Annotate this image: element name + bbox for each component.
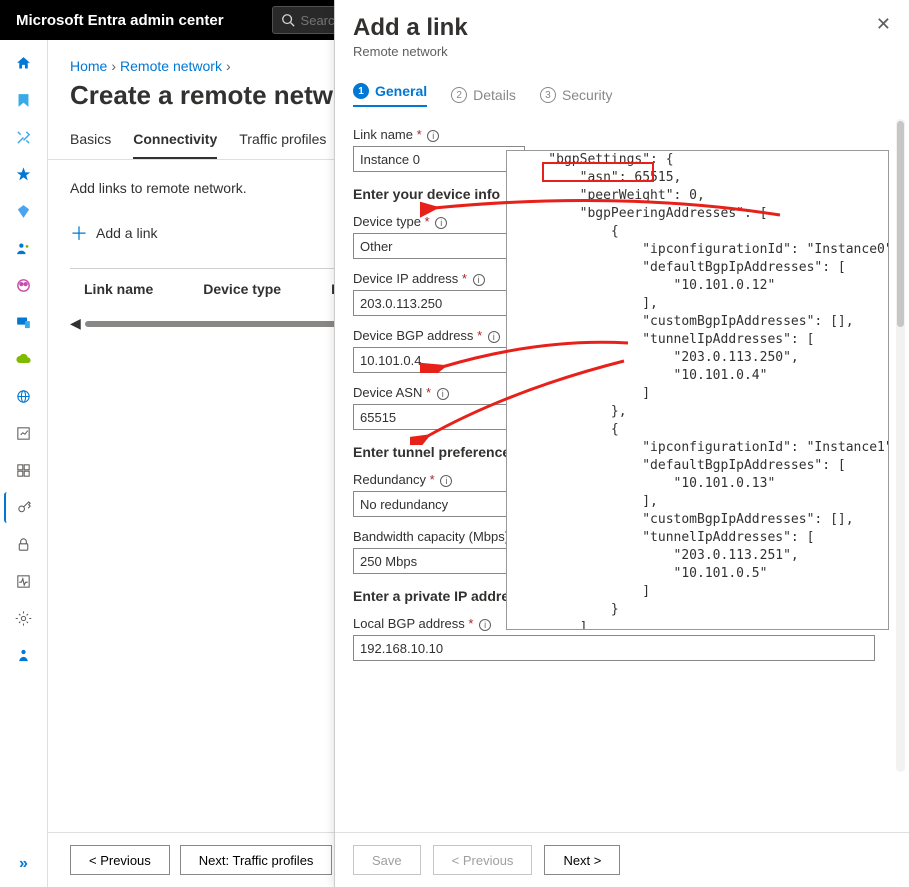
grid-icon bbox=[15, 462, 32, 479]
nav-groups[interactable] bbox=[4, 270, 44, 301]
key-icon bbox=[16, 499, 33, 516]
tab-basics[interactable]: Basics bbox=[70, 131, 111, 159]
json-content: "bgpSettings": { "asn": 65515, "peerWeig… bbox=[517, 151, 878, 630]
nav-devices[interactable] bbox=[4, 307, 44, 338]
add-link-button[interactable]: ＋ Add a link bbox=[70, 220, 157, 246]
panel-subtitle: Remote network bbox=[353, 44, 876, 59]
json-overlay: "bgpSettings": { "asn": 65515, "peerWeig… bbox=[506, 150, 889, 630]
nav-grid[interactable] bbox=[4, 455, 44, 486]
info-icon[interactable]: i bbox=[435, 217, 447, 229]
group-icon bbox=[15, 277, 32, 294]
star-icon bbox=[15, 166, 32, 183]
pulse-icon bbox=[15, 573, 32, 590]
col-link-name: Link name bbox=[84, 281, 153, 297]
info-icon[interactable]: i bbox=[440, 475, 452, 487]
panel-tab-details[interactable]: 2Details bbox=[451, 83, 516, 107]
panel-tabs: 1General 2Details 3Security bbox=[335, 63, 909, 115]
link-name-input[interactable]: Instance 0 bbox=[353, 146, 525, 172]
globe-icon bbox=[15, 388, 32, 405]
local-bgp-input[interactable]: 192.168.10.10 bbox=[353, 635, 875, 661]
nav-star[interactable] bbox=[4, 159, 44, 190]
info-icon[interactable]: i bbox=[479, 619, 491, 631]
nav-cloud[interactable] bbox=[4, 344, 44, 375]
panel-scrollbar[interactable] bbox=[896, 119, 905, 772]
nav-home[interactable] bbox=[4, 48, 44, 79]
gear-icon bbox=[15, 610, 32, 627]
tab-traffic[interactable]: Traffic profiles bbox=[239, 131, 326, 159]
panel-title: Add a link bbox=[353, 14, 876, 42]
cloud-icon bbox=[15, 351, 32, 368]
breadcrumb-home[interactable]: Home bbox=[70, 58, 107, 74]
device-asn-label: Device ASN bbox=[353, 385, 422, 400]
nav-globe[interactable] bbox=[4, 381, 44, 412]
info-icon[interactable]: i bbox=[488, 331, 500, 343]
info-icon[interactable]: i bbox=[437, 388, 449, 400]
users-icon bbox=[15, 240, 32, 257]
breadcrumb-remote[interactable]: Remote network bbox=[120, 58, 222, 74]
home-icon bbox=[15, 55, 32, 72]
redundancy-label: Redundancy bbox=[353, 472, 426, 487]
bandwidth-label: Bandwidth capacity (Mbps) bbox=[353, 529, 509, 544]
chevron-right-icon: » bbox=[19, 855, 28, 873]
nav-tools[interactable] bbox=[4, 122, 44, 153]
diamond-icon bbox=[15, 203, 32, 220]
person-learn-icon bbox=[15, 647, 32, 664]
chevron-icon: › bbox=[226, 58, 231, 74]
device-type-label: Device type bbox=[353, 214, 421, 229]
redundancy-select[interactable]: No redundancy bbox=[353, 491, 525, 517]
tab-connectivity[interactable]: Connectivity bbox=[133, 131, 217, 159]
chart-icon bbox=[15, 425, 32, 442]
device-ip-input[interactable]: 203.0.113.250 bbox=[353, 290, 525, 316]
panel-footer: Save < Previous Next > bbox=[335, 832, 909, 887]
device-asn-input[interactable]: 65515 bbox=[353, 404, 525, 430]
nav-settings[interactable] bbox=[4, 603, 44, 634]
panel-tab-security[interactable]: 3Security bbox=[540, 83, 613, 107]
add-link-label: Add a link bbox=[96, 225, 157, 241]
nav-expand[interactable]: » bbox=[4, 848, 44, 879]
device-type-select[interactable]: Other bbox=[353, 233, 525, 259]
device-bgp-label: Device BGP address bbox=[353, 328, 473, 343]
nav-favorites[interactable] bbox=[4, 85, 44, 116]
close-button[interactable]: ✕ bbox=[876, 14, 891, 35]
link-name-label: Link name bbox=[353, 127, 413, 142]
device-bgp-input[interactable]: 10.101.0.4 bbox=[353, 347, 525, 373]
nav-diamond[interactable] bbox=[4, 196, 44, 227]
device-ip-label: Device IP address bbox=[353, 271, 458, 286]
panel-tab-general[interactable]: 1General bbox=[353, 83, 427, 107]
devices-icon bbox=[15, 314, 32, 331]
plus-icon: ＋ bbox=[70, 220, 88, 246]
nav-health[interactable] bbox=[4, 566, 44, 597]
info-icon[interactable]: i bbox=[427, 130, 439, 142]
nav-users[interactable] bbox=[4, 233, 44, 264]
step-2-icon: 2 bbox=[451, 87, 467, 103]
highlight-asn bbox=[542, 162, 654, 182]
panel-next-button[interactable]: Next > bbox=[544, 845, 620, 875]
save-button[interactable]: Save bbox=[353, 845, 421, 875]
left-nav: » bbox=[0, 40, 48, 887]
lock-icon bbox=[15, 536, 32, 553]
nav-chart[interactable] bbox=[4, 418, 44, 449]
product-title: Microsoft Entra admin center bbox=[16, 12, 224, 29]
local-bgp-label: Local BGP address bbox=[353, 616, 465, 631]
nav-key[interactable] bbox=[4, 492, 44, 523]
step-3-icon: 3 bbox=[540, 87, 556, 103]
search-icon bbox=[281, 13, 295, 27]
col-device-type: Device type bbox=[203, 281, 281, 297]
next-button[interactable]: Next: Traffic profiles bbox=[180, 845, 333, 875]
nav-learn[interactable] bbox=[4, 640, 44, 671]
panel-prev-button[interactable]: < Previous bbox=[433, 845, 533, 875]
flag-icon bbox=[15, 92, 32, 109]
step-1-icon: 1 bbox=[353, 83, 369, 99]
prev-button[interactable]: < Previous bbox=[70, 845, 170, 875]
chevron-icon: › bbox=[111, 58, 116, 74]
wrench-icon bbox=[15, 129, 32, 146]
info-icon[interactable]: i bbox=[473, 274, 485, 286]
nav-lock[interactable] bbox=[4, 529, 44, 560]
